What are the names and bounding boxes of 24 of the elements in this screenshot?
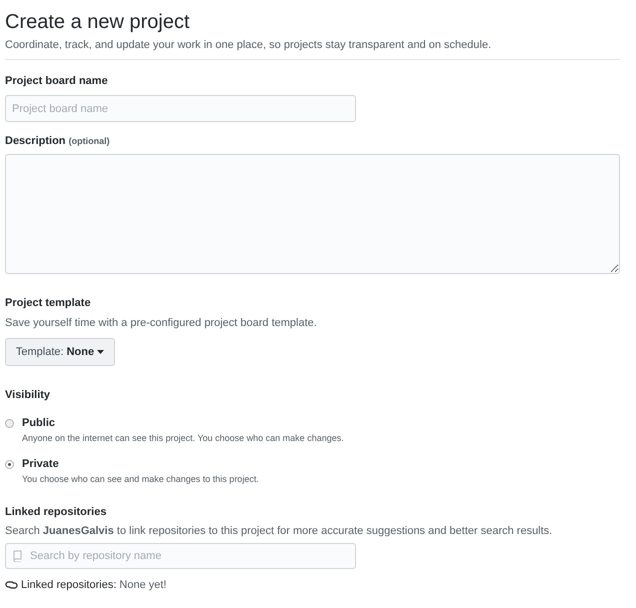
caret-icon [97, 350, 104, 354]
name-input-field[interactable]: Project board name [5, 95, 356, 122]
option-hint: Anyone on the internet can see this project. You choose who can make changes. [22, 432, 344, 444]
option-hint: You choose who can see and make changes to this project. [22, 473, 259, 485]
template-dropdown-button[interactable]: Template: None [5, 338, 115, 366]
field-label: Project board name [5, 74, 109, 88]
section-label: Visibility [5, 388, 52, 402]
book-icon [13, 550, 22, 562]
section-label: Project template [5, 296, 92, 310]
repository-search-field[interactable]: Search by repository name [5, 543, 356, 569]
option-label: Public [22, 416, 56, 431]
status-value: None yet! [119, 578, 166, 592]
section-hint: Search JuanesGalvis to link repositories to this project for more accurate suggestions and better search results. [5, 524, 554, 538]
field-label: Description (optional) [5, 134, 111, 148]
radio-button[interactable] [5, 460, 14, 469]
page-title: Create a new project [5, 10, 191, 35]
page-subtitle: Coordinate, track, and update your work in one place, so projects stay transparent and on schedule. [5, 38, 492, 52]
option-label: Private [22, 457, 60, 472]
section-label: Linked repositories [5, 505, 108, 519]
link-icon [5, 580, 18, 590]
status-label: Linked repositories: [21, 578, 116, 592]
section-hint: Save yourself time with a pre-configured project board template. [5, 316, 318, 330]
radio-button[interactable] [5, 419, 14, 428]
description-textarea[interactable] [5, 154, 620, 274]
